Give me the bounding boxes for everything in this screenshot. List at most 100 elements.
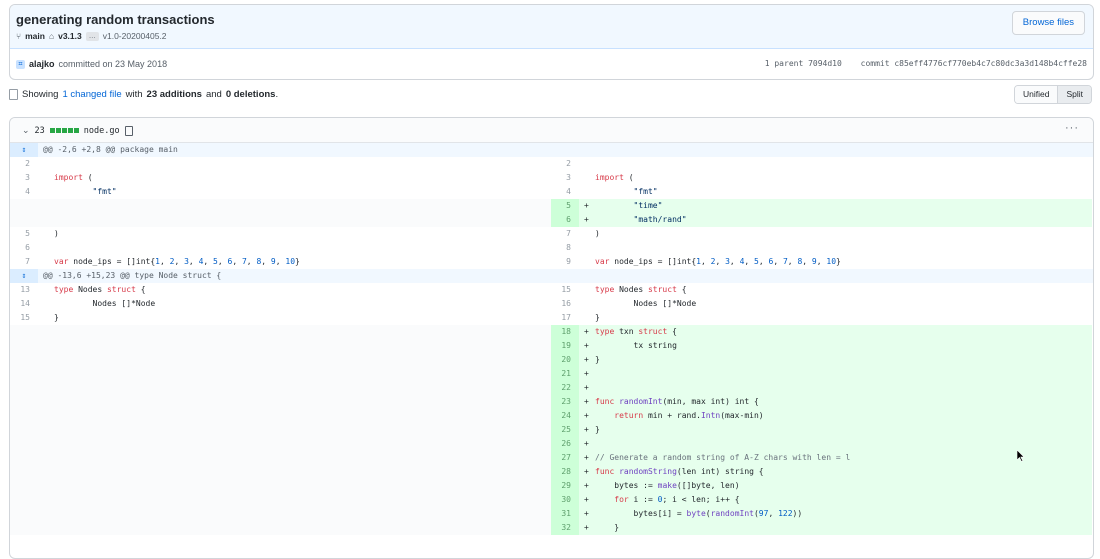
line-number[interactable]: 20	[551, 353, 579, 367]
line-number[interactable]: 30	[551, 493, 579, 507]
added-line: 26 +	[551, 437, 1092, 451]
added-line: 31 + bytes[i] = byte(randomInt(97, 122))	[551, 507, 1092, 521]
line-number[interactable]: 4	[551, 185, 579, 199]
line-number[interactable]: 18	[551, 325, 579, 339]
added-line: 20 +}	[551, 353, 1092, 367]
line-number[interactable]: 2	[551, 157, 579, 171]
code-text: func randomString(len int) string {	[595, 467, 764, 476]
code-text: func randomInt(min, max int) int {	[595, 397, 759, 406]
expand-tags-button[interactable]: …	[85, 31, 99, 41]
left-line	[10, 437, 551, 451]
line-number[interactable]: 16	[551, 297, 579, 311]
line-number[interactable]: 7	[551, 227, 579, 241]
line-number[interactable]: 29	[551, 479, 579, 493]
code-text: type Nodes struct {	[54, 285, 146, 294]
left-line	[10, 507, 551, 521]
line-number[interactable]: 5	[10, 227, 38, 241]
add-marker: +	[584, 327, 589, 336]
diff-line: 14 Nodes []*Node 16 Nodes []*Node	[10, 297, 1093, 311]
left-line: 4 "fmt"	[10, 185, 551, 199]
left-line	[10, 199, 551, 213]
commit-author: ⌗ alajko committed on 23 May 2018	[16, 59, 167, 69]
left-line	[10, 213, 551, 227]
add-marker: +	[584, 439, 589, 448]
add-marker: +	[584, 383, 589, 392]
code-text: }	[595, 313, 600, 322]
diff-line: 27 + // Generate a random string of A-Z ch…	[10, 451, 1093, 465]
line-number[interactable]: 4	[10, 185, 38, 199]
line-number[interactable]: 14	[10, 297, 38, 311]
line-number[interactable]: 21	[551, 367, 579, 381]
copy-path-icon[interactable]	[124, 125, 133, 136]
code-text: import (	[54, 173, 93, 182]
add-marker: +	[584, 201, 589, 210]
avatar[interactable]: ⌗	[16, 59, 25, 69]
line-number[interactable]: 22	[551, 381, 579, 395]
line-number[interactable]: 6	[10, 241, 38, 255]
tag-name[interactable]: v3.1.3	[58, 31, 82, 41]
line-number[interactable]: 26	[551, 437, 579, 451]
line-number[interactable]: 15	[551, 283, 579, 297]
line-number[interactable]: 31	[551, 507, 579, 521]
changed-files-link[interactable]: 1 changed file	[62, 89, 121, 100]
line-number[interactable]: 24	[551, 409, 579, 423]
code-text: var node_ips = []int{1, 2, 3, 4, 5, 6, 7…	[54, 257, 300, 266]
line-number[interactable]: 19	[551, 339, 579, 353]
hunk-text: @@ -2,6 +2,8 @@ package main	[43, 145, 178, 154]
line-number[interactable]: 9	[551, 255, 579, 269]
commit-title: generating random transactions	[16, 12, 215, 27]
code-text: "fmt"	[633, 187, 658, 196]
line-number[interactable]: 3	[551, 171, 579, 185]
unified-button[interactable]: Unified	[1014, 86, 1058, 103]
left-line	[10, 381, 551, 395]
line-number[interactable]: 32	[551, 521, 579, 535]
expand-hunk-icon[interactable]: ⇕	[10, 269, 38, 283]
code-text: import (	[595, 173, 634, 182]
file-diff: ⌄ 23 node.go ··· ⇕ @@ -2,6 +2,8 @@ packag…	[9, 117, 1094, 559]
add-marker: +	[584, 215, 589, 224]
code-text: Nodes []*Node	[595, 299, 697, 308]
added-line: 22 +	[551, 381, 1092, 395]
line-number[interactable]: 28	[551, 465, 579, 479]
line-number[interactable]: 23	[551, 395, 579, 409]
diffstat-bar	[49, 128, 79, 133]
diff-table: ⇕ @@ -2,6 +2,8 @@ package main 2 2 3 import (…	[10, 143, 1093, 535]
line-number[interactable]: 8	[551, 241, 579, 255]
added-line: 18 + type txn struct {	[551, 325, 1092, 339]
diff-line: 21 +	[10, 367, 1093, 381]
left-line	[10, 395, 551, 409]
browse-files-button[interactable]: Browse files	[1011, 11, 1085, 35]
line-number[interactable]: 17	[551, 311, 579, 325]
diffstat-count: 23	[34, 125, 45, 136]
author-name[interactable]: alajko	[29, 59, 55, 69]
line-number[interactable]: 7	[10, 255, 38, 269]
left-line	[10, 367, 551, 381]
chevron-down-icon[interactable]: ⌄	[22, 125, 30, 136]
add-marker: +	[584, 369, 589, 378]
file-name[interactable]: node.go	[84, 126, 120, 136]
diff-line: 19 + tx string	[10, 339, 1093, 353]
line-number[interactable]: 2	[10, 157, 38, 171]
line-number[interactable]: 6	[551, 213, 579, 227]
diff-line: 68	[10, 241, 1093, 255]
line-number[interactable]: 27	[551, 451, 579, 465]
line-number[interactable]: 15	[10, 311, 38, 325]
add-marker: +	[584, 397, 589, 406]
parent-link[interactable]: 1 parent 7094d10	[765, 59, 842, 68]
line-number[interactable]: 3	[10, 171, 38, 185]
additions-count: 23 additions	[146, 89, 202, 100]
line-number[interactable]: 25	[551, 423, 579, 437]
commit-refs: ⑂ main ⌂ v3.1.3 … v1.0-20200405.2	[16, 31, 167, 41]
diff-line: 28 + func randomString(len int) string {	[10, 465, 1093, 479]
split-button[interactable]: Split	[1057, 86, 1091, 103]
expand-hunk-icon[interactable]: ⇕	[10, 143, 38, 157]
diff-line: 15} 17}	[10, 311, 1093, 325]
line-number[interactable]: 5	[551, 199, 579, 213]
commit-meta: ⌗ alajko committed on 23 May 2018 1 pare…	[10, 49, 1093, 79]
file-options-button[interactable]: ···	[1065, 122, 1079, 134]
older-tag[interactable]: v1.0-20200405.2	[103, 31, 167, 41]
right-line: 2	[551, 157, 1092, 171]
line-number[interactable]: 13	[10, 283, 38, 297]
code-text: bytes := make([]byte, len)	[595, 481, 740, 490]
branch-name[interactable]: main	[25, 31, 45, 41]
